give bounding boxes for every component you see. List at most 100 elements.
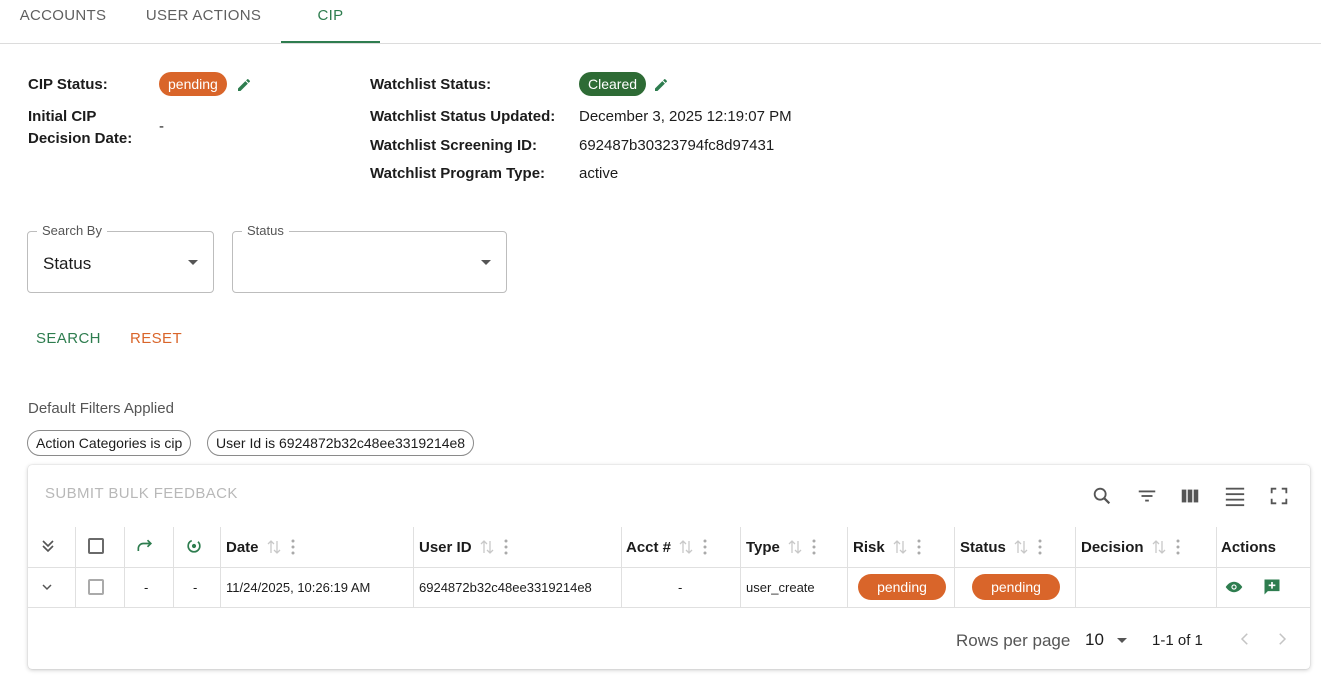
initial-cip-label-line2: Decision Date: <box>28 130 133 147</box>
row-divider <box>28 607 1310 608</box>
tab-accounts[interactable]: ACCOUNTS <box>0 0 126 43</box>
edit-watchlist-status-icon[interactable] <box>653 77 669 93</box>
column-header-actions: Actions <box>1221 527 1276 567</box>
search-icon[interactable] <box>1091 485 1113 507</box>
dropdown-arrow-icon <box>188 260 198 265</box>
sort-icon[interactable] <box>893 539 907 555</box>
column-separator <box>220 527 221 607</box>
column-separator <box>1216 527 1217 607</box>
cip-status-badge: pending <box>159 72 227 96</box>
columns-icon[interactable] <box>1179 485 1201 507</box>
row-sync-value: - <box>193 579 198 595</box>
status-select-label: Status <box>242 223 289 238</box>
sort-icon[interactable] <box>1014 539 1028 555</box>
row-redirect-value: - <box>144 579 149 595</box>
sort-icon[interactable] <box>1152 539 1166 555</box>
rows-per-page-value: 10 <box>1085 630 1104 649</box>
row-status-cell: pending <box>972 567 1060 607</box>
expand-row-icon[interactable] <box>39 579 55 595</box>
watchlist-screening-label: Watchlist Screening ID: <box>370 137 537 154</box>
column-header-status[interactable]: Status <box>960 527 1042 567</box>
column-header-risk[interactable]: Risk <box>853 527 921 567</box>
row-acct: - <box>678 579 683 595</box>
column-menu-icon[interactable] <box>1038 539 1042 555</box>
density-icon[interactable] <box>1224 485 1246 507</box>
edit-cip-status-icon[interactable] <box>236 77 252 93</box>
status-badge: pending <box>972 574 1060 600</box>
sort-icon[interactable] <box>267 539 281 555</box>
watchlist-program-label: Watchlist Program Type: <box>370 165 546 182</box>
tab-bar: ACCOUNTS USER ACTIONS CIP <box>0 0 1321 44</box>
fullscreen-icon[interactable] <box>1268 485 1290 507</box>
column-separator <box>847 527 848 607</box>
search-by-value: Status <box>43 254 92 273</box>
search-by-select[interactable]: Search By Status <box>27 223 214 293</box>
filter-chip-action-categories: Action Categories is cip <box>27 430 192 456</box>
rows-per-page-label: Rows per page <box>956 631 1071 650</box>
status-select[interactable]: Status <box>232 223 507 293</box>
default-filters-label: Default Filters Applied <box>28 400 174 417</box>
column-header-type[interactable]: Type <box>746 527 816 567</box>
search-button[interactable]: SEARCH <box>36 330 101 347</box>
row-checkbox[interactable] <box>88 579 104 595</box>
watchlist-status-label: Watchlist Status: <box>370 76 492 93</box>
submit-bulk-feedback-button[interactable]: SUBMIT BULK FEEDBACK <box>45 485 238 502</box>
tab-user-actions[interactable]: USER ACTIONS <box>126 0 281 43</box>
column-title-type: Type <box>746 538 780 556</box>
column-title-user-id: User ID <box>419 538 472 556</box>
expand-all-icon[interactable] <box>38 536 58 556</box>
row-date: 11/24/2025, 10:26:19 AM <box>226 579 371 595</box>
row-checkbox-cell <box>88 567 104 607</box>
column-header-decision[interactable]: Decision <box>1081 527 1180 567</box>
select-all-checkbox[interactable] <box>88 538 104 554</box>
column-header-date[interactable]: Date <box>226 527 295 567</box>
column-separator <box>1075 527 1076 607</box>
column-menu-icon[interactable] <box>917 539 921 555</box>
rows-per-page-select[interactable]: 10 <box>1085 630 1127 650</box>
next-page-icon[interactable] <box>1273 630 1291 648</box>
search-by-label: Search By <box>37 223 107 238</box>
tab-cip[interactable]: CIP <box>281 0 380 43</box>
sort-icon[interactable] <box>788 539 802 555</box>
row-risk-cell: pending <box>858 567 946 607</box>
column-title-acct: Acct # <box>626 538 672 556</box>
column-separator <box>740 527 741 607</box>
column-separator <box>124 527 125 607</box>
cip-status-label: CIP Status: <box>28 76 108 93</box>
column-title-actions: Actions <box>1221 538 1277 556</box>
previous-page-icon[interactable] <box>1236 630 1254 648</box>
column-title-status: Status <box>960 538 1006 556</box>
column-separator <box>75 527 76 607</box>
sort-icon[interactable] <box>679 539 693 555</box>
watchlist-screening-value: 692487b30323794fc8d97431 <box>579 137 775 154</box>
column-menu-icon[interactable] <box>1176 539 1180 555</box>
row-type: user_create <box>746 579 815 595</box>
column-menu-icon[interactable] <box>504 539 508 555</box>
column-separator <box>621 527 622 607</box>
reset-button[interactable]: RESET <box>130 330 182 347</box>
column-header-user-id[interactable]: User ID <box>419 527 508 567</box>
column-title-date: Date <box>226 538 259 556</box>
results-table-panel: SUBMIT BULK FEEDBACK Date User ID Acct #… <box>28 465 1310 669</box>
row-user-id: 6924872b32c48ee3319214e8 <box>419 579 592 595</box>
watchlist-updated-label: Watchlist Status Updated: <box>370 108 556 125</box>
initial-cip-value: - <box>159 118 164 135</box>
column-header-acct[interactable]: Acct # <box>626 527 707 567</box>
column-separator <box>413 527 414 607</box>
column-menu-icon[interactable] <box>812 539 816 555</box>
watchlist-program-value: active <box>579 165 619 182</box>
dropdown-arrow-icon <box>1116 638 1127 644</box>
column-title-risk: Risk <box>853 538 885 556</box>
dropdown-arrow-icon <box>481 260 491 265</box>
view-eye-icon[interactable] <box>1224 578 1244 596</box>
pagination-range: 1-1 of 1 <box>1152 632 1203 649</box>
filter-chip-user-id: User Id is 6924872b32c48ee3319214e8 <box>207 430 475 456</box>
filter-icon[interactable] <box>1136 485 1158 507</box>
redirect-arrow-icon <box>137 539 153 551</box>
sort-icon[interactable] <box>480 539 494 555</box>
add-comment-icon[interactable] <box>1262 577 1282 597</box>
column-menu-icon[interactable] <box>703 539 707 555</box>
risk-badge: pending <box>858 574 946 600</box>
column-menu-icon[interactable] <box>291 539 295 555</box>
watchlist-updated-value: December 3, 2025 12:19:07 PM <box>579 108 792 125</box>
